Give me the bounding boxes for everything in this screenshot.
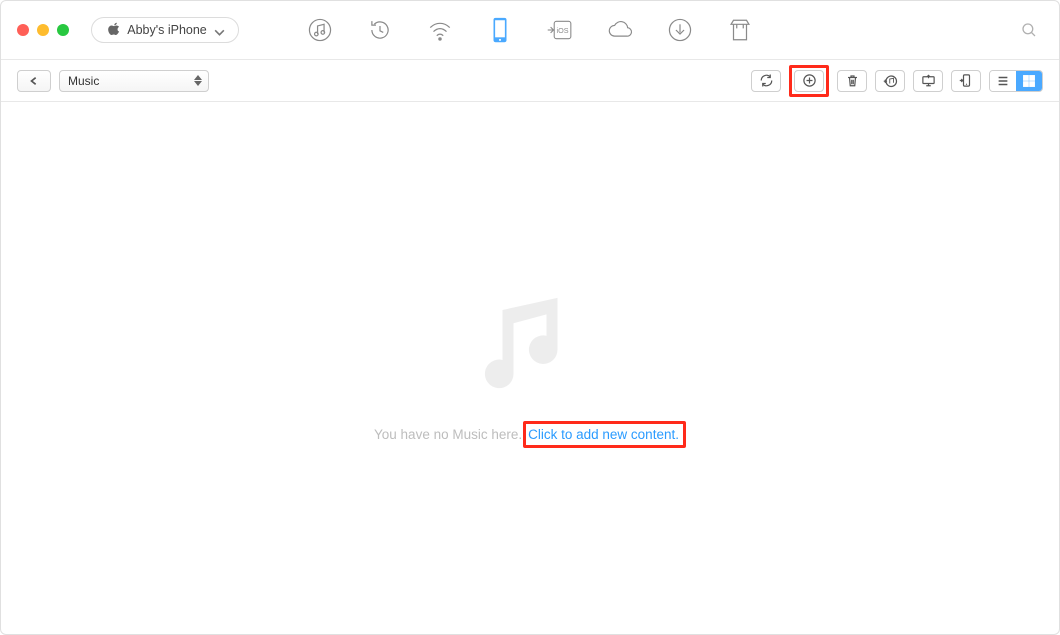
refresh-button[interactable] xyxy=(751,70,781,92)
add-content-link[interactable]: Click to add new content. xyxy=(528,427,679,442)
close-window-button[interactable] xyxy=(17,24,29,36)
tab-ringtone-maker[interactable] xyxy=(724,10,756,50)
add-content-button[interactable] xyxy=(794,70,824,92)
tab-device-content[interactable] xyxy=(484,10,516,50)
minimize-window-button[interactable] xyxy=(37,24,49,36)
zoom-window-button[interactable] xyxy=(57,24,69,36)
svg-text:iOS: iOS xyxy=(557,26,569,35)
empty-state-text: You have no Music here. xyxy=(374,427,525,442)
device-selector-button[interactable]: Abby's iPhone xyxy=(91,17,239,43)
to-device-button[interactable] xyxy=(951,70,981,92)
content-toolbar: Music xyxy=(1,60,1059,102)
toolbar-actions xyxy=(751,65,1043,97)
delete-button[interactable] xyxy=(837,70,867,92)
apple-icon xyxy=(108,22,121,38)
device-name-label: Abby's iPhone xyxy=(127,23,207,37)
tab-audio[interactable] xyxy=(304,10,336,50)
content-area: You have no Music here. Click to add new… xyxy=(1,102,1059,634)
category-select-label: Music xyxy=(68,74,99,88)
view-mode-toggle xyxy=(989,70,1043,92)
search-button[interactable] xyxy=(1015,16,1043,44)
tab-wifi-transfer[interactable] xyxy=(424,10,456,50)
tab-icloud[interactable] xyxy=(604,10,636,50)
add-button-highlight xyxy=(789,65,829,97)
tab-backup-history[interactable] xyxy=(364,10,396,50)
list-view-button[interactable] xyxy=(990,71,1016,91)
window-controls xyxy=(17,24,69,36)
app-window: Abby's iPhone iOS xyxy=(0,0,1060,635)
title-bar: Abby's iPhone iOS xyxy=(1,1,1059,60)
grid-view-button[interactable] xyxy=(1016,71,1042,91)
chevron-down-icon xyxy=(213,26,222,35)
to-computer-button[interactable] xyxy=(913,70,943,92)
tab-downloads[interactable] xyxy=(664,10,696,50)
tab-ios-migration[interactable]: iOS xyxy=(544,10,576,50)
empty-state-line: You have no Music here. Click to add new… xyxy=(374,421,686,448)
to-itunes-button[interactable] xyxy=(875,70,905,92)
top-category-tabs: iOS xyxy=(304,10,756,50)
select-sort-icon xyxy=(194,75,202,87)
add-link-highlight: Click to add new content. xyxy=(523,421,686,448)
back-button[interactable] xyxy=(17,70,51,92)
music-placeholder-icon xyxy=(475,288,585,403)
category-select[interactable]: Music xyxy=(59,70,209,92)
